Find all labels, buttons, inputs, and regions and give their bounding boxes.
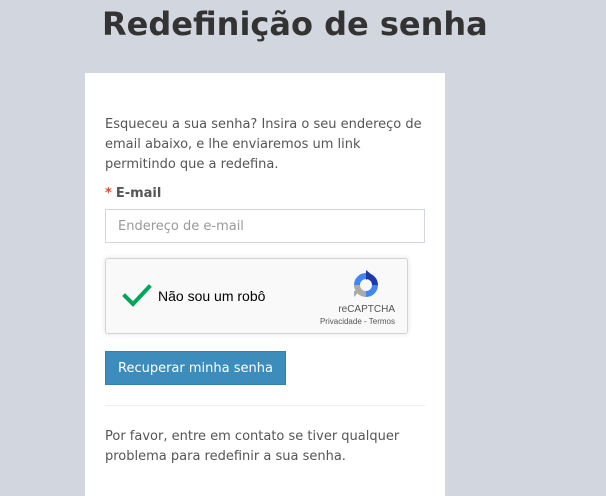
terms-link[interactable]: Termos xyxy=(369,317,395,326)
email-label-text: E-mail xyxy=(115,186,162,201)
links-separator: - xyxy=(364,317,367,326)
email-input[interactable] xyxy=(105,209,425,243)
required-marker: * xyxy=(105,186,112,201)
recaptcha-widget: Não sou um robô reCAPTCHA Privacidade - … xyxy=(105,258,408,334)
recaptcha-brand: reCAPTCHA xyxy=(338,304,395,315)
intro-text: Esqueceu a sua senha? Insira o seu ender… xyxy=(105,117,422,172)
recaptcha-links: Privacidade - Termos xyxy=(320,317,395,327)
page-title: Redefinição de senha xyxy=(102,5,488,43)
recaptcha-label: Não sou um robô xyxy=(158,288,266,304)
recover-password-button[interactable]: Recuperar minha senha xyxy=(105,351,286,385)
recaptcha-logo-icon xyxy=(354,270,378,297)
email-label: * E-mail xyxy=(105,184,161,204)
help-text: Por favor, entre em contato se tiver qua… xyxy=(105,429,400,464)
privacy-link[interactable]: Privacidade xyxy=(320,317,362,326)
check-icon[interactable] xyxy=(122,283,152,309)
divider xyxy=(105,405,425,406)
password-reset-page: Redefinição de senha Esqueceu a sua senh… xyxy=(0,0,606,496)
reset-card: Esqueceu a sua senha? Insira o seu ender… xyxy=(85,73,445,496)
